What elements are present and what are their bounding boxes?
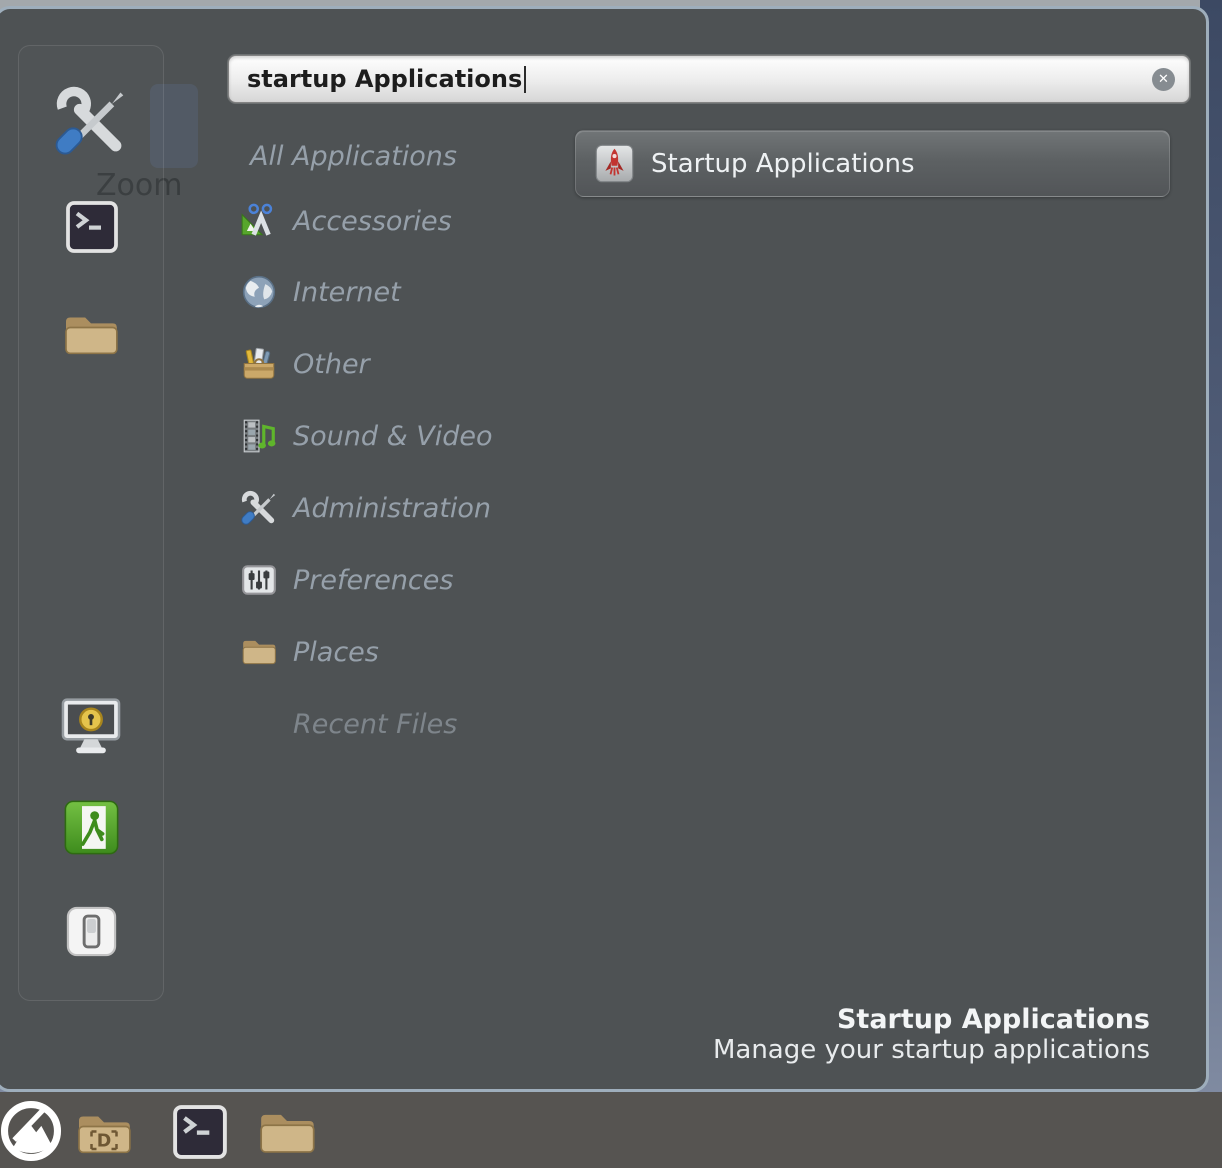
places-icon — [240, 633, 278, 671]
logout-icon[interactable] — [63, 799, 120, 856]
file-manager-icon[interactable] — [256, 1102, 318, 1164]
selection-info-title: Startup Applications — [713, 1004, 1150, 1035]
search-input-value: startup Applications — [247, 65, 522, 93]
result-label: Startup Applications — [651, 149, 915, 179]
category-preferences[interactable]: Preferences — [240, 560, 580, 600]
category-label: All Applications — [250, 141, 457, 172]
category-label: Recent Files — [293, 709, 457, 740]
internet-icon — [240, 273, 278, 311]
other-icon — [240, 345, 278, 383]
category-other[interactable]: Other — [240, 344, 580, 384]
recent-files-icon-placeholder — [240, 705, 278, 743]
file-manager-icon[interactable] — [61, 305, 121, 365]
category-label: Administration — [293, 493, 491, 524]
lock-screen-icon[interactable] — [58, 693, 124, 759]
system-tools-icon[interactable] — [53, 83, 129, 159]
category-label: Other — [293, 349, 370, 380]
menu-logo-icon[interactable] — [0, 1100, 62, 1162]
selection-info-subtitle: Manage your startup applications — [713, 1035, 1150, 1066]
terminal-icon[interactable] — [65, 200, 119, 254]
selection-info: Startup Applications Manage your startup… — [713, 1004, 1150, 1066]
category-all-applications[interactable]: All Applications — [240, 136, 580, 176]
category-label: Internet — [293, 277, 401, 308]
category-internet[interactable]: Internet — [240, 272, 580, 312]
category-label: Accessories — [293, 206, 452, 237]
search-input[interactable]: startup Applications ✕ — [228, 55, 1190, 103]
sound-video-icon — [240, 417, 278, 455]
category-sound-video[interactable]: Sound & Video — [240, 416, 580, 456]
category-label: Preferences — [293, 565, 453, 596]
administration-icon — [240, 489, 278, 527]
sidebar-favorites — [18, 45, 164, 1001]
clear-search-icon[interactable]: ✕ — [1152, 68, 1175, 91]
category-recent-files[interactable]: Recent Files — [240, 704, 580, 744]
result-startup-applications[interactable]: Startup Applications — [575, 130, 1170, 197]
accessories-icon — [240, 202, 278, 240]
startup-applications-icon — [594, 143, 635, 184]
preferences-icon — [240, 561, 278, 599]
category-places[interactable]: Places — [240, 632, 580, 672]
text-caret — [524, 66, 526, 93]
category-label: Places — [293, 637, 379, 668]
terminal-icon[interactable] — [172, 1104, 228, 1160]
category-administration[interactable]: Administration — [240, 488, 580, 528]
desktop-folder-icon[interactable]: D — [74, 1104, 134, 1164]
category-accessories[interactable]: Accessories — [240, 201, 580, 241]
svg-text:D: D — [97, 1132, 112, 1152]
taskbar: D — [0, 1092, 1222, 1168]
shutdown-icon[interactable] — [65, 905, 118, 958]
category-label: Sound & Video — [293, 421, 492, 452]
